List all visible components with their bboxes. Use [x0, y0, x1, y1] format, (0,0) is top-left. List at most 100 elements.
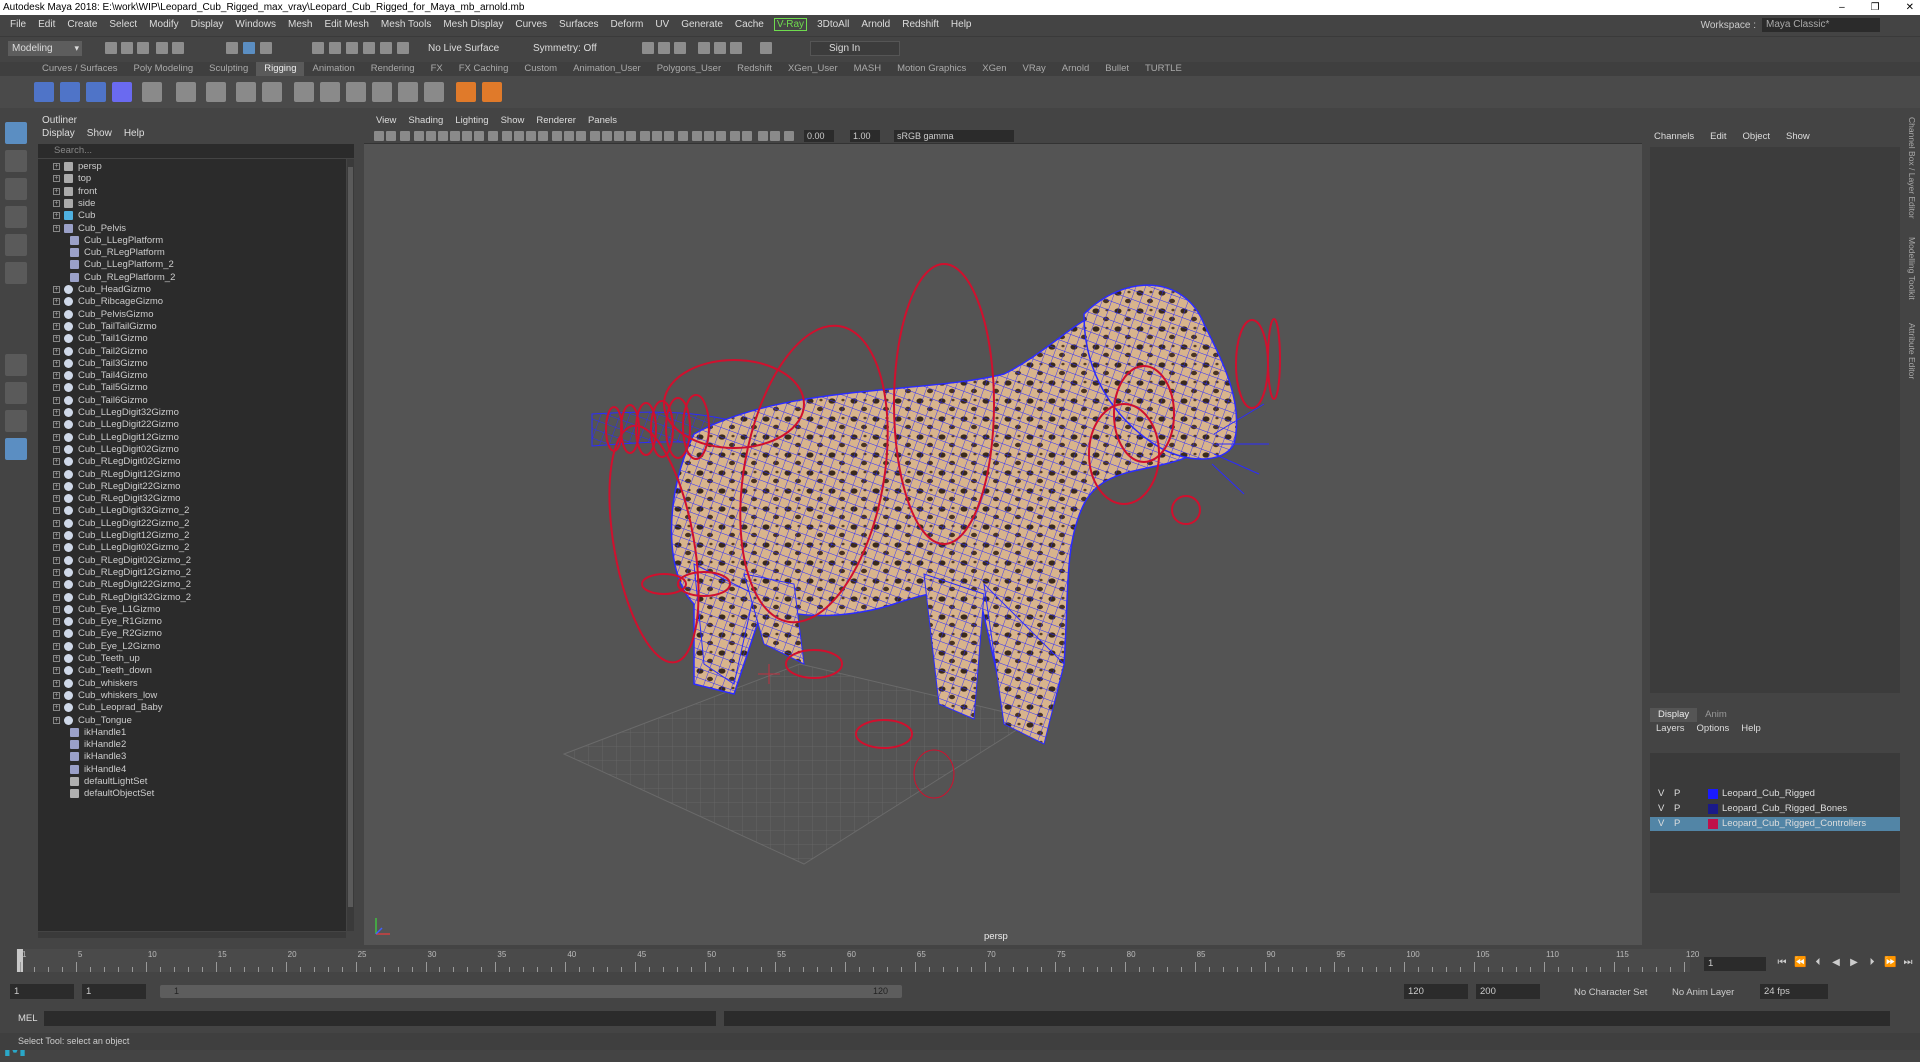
expand-icon[interactable]: +: [53, 532, 60, 539]
viewport-menu-lighting[interactable]: Lighting: [449, 113, 494, 128]
layer-color-swatch[interactable]: [1708, 804, 1718, 814]
display-layer-row[interactable]: V P Leopard_Cub_Rigged: [1650, 787, 1900, 801]
viewport-tool-icon[interactable]: [374, 131, 384, 141]
viewport-menu-panels[interactable]: Panels: [582, 113, 623, 128]
expand-icon[interactable]: +: [53, 507, 60, 515]
shelf-tab-motion-graphics[interactable]: Motion Graphics: [889, 62, 974, 76]
close-button[interactable]: ✕: [1906, 0, 1914, 15]
expand-icon[interactable]: +: [53, 495, 60, 503]
snap-point-icon[interactable]: [346, 42, 358, 54]
shelf-tab-animation-user[interactable]: Animation_User: [565, 62, 649, 76]
shelf-tab-rendering[interactable]: Rendering: [363, 62, 423, 76]
anim-layer-dropdown[interactable]: No Anim Layer: [1672, 987, 1734, 998]
layer-menu-layers[interactable]: Layers: [1656, 723, 1685, 734]
viewport-tool-icon[interactable]: [426, 131, 436, 141]
step-forward-frame-icon[interactable]: ⏵: [1866, 957, 1878, 969]
menu-set-dropdown[interactable]: Modeling: [8, 41, 82, 56]
expand-icon[interactable]: +: [53, 310, 60, 318]
single-view-icon[interactable]: [5, 354, 27, 376]
select-tool-icon[interactable]: [5, 122, 27, 144]
persp-outliner-layout-icon[interactable]: [5, 410, 27, 432]
menu-surfaces[interactable]: Surfaces: [553, 19, 604, 30]
viewport-tool-icon[interactable]: [590, 131, 600, 141]
expand-icon[interactable]: +: [53, 667, 60, 675]
move-tool-icon[interactable]: [5, 206, 27, 228]
menu-cache[interactable]: Cache: [729, 19, 770, 30]
menu-arnold[interactable]: Arnold: [855, 19, 896, 30]
shelf-tab-rigging[interactable]: Rigging: [256, 62, 305, 76]
viewport-menu-renderer[interactable]: Renderer: [530, 113, 582, 128]
expand-icon[interactable]: +: [53, 298, 60, 306]
viewport-tool-icon[interactable]: [704, 131, 714, 141]
layer-color-swatch[interactable]: [1708, 819, 1718, 829]
snap-live-icon[interactable]: [380, 42, 392, 54]
expand-icon[interactable]: +: [53, 187, 60, 195]
expand-icon[interactable]: +: [53, 445, 60, 453]
shelf-tab-fx[interactable]: FX: [423, 62, 451, 76]
layer-playback-toggle[interactable]: P: [1674, 787, 1680, 801]
maximize-button[interactable]: ❐: [1871, 0, 1880, 15]
expand-icon[interactable]: +: [53, 359, 60, 367]
expand-icon[interactable]: +: [53, 421, 60, 429]
mel-label[interactable]: MEL: [18, 1013, 38, 1024]
viewport-tool-icon[interactable]: [414, 131, 424, 141]
cluster-icon[interactable]: [294, 82, 314, 102]
outliner-search-input[interactable]: Search...: [38, 144, 354, 158]
expand-icon[interactable]: +: [53, 593, 60, 601]
viewport-tool-icon[interactable]: [770, 131, 780, 141]
expand-icon[interactable]: +: [53, 630, 60, 638]
gamma-field[interactable]: 1.00: [850, 130, 880, 142]
paint-weights-icon[interactable]: [236, 82, 256, 102]
shelf-tab-arnold[interactable]: Arnold: [1054, 62, 1097, 76]
outliner-horizontal-scrollbar[interactable]: [38, 932, 346, 938]
expand-icon[interactable]: +: [53, 655, 60, 662]
viewport-tool-icon[interactable]: [626, 131, 636, 141]
expand-icon[interactable]: +: [53, 544, 60, 552]
tab-display[interactable]: Display: [1650, 708, 1698, 722]
layer-visibility-toggle[interactable]: V: [1658, 817, 1664, 831]
outliner-layout-icon[interactable]: [5, 438, 27, 460]
minimize-button[interactable]: –: [1839, 0, 1845, 15]
redo-icon[interactable]: [172, 42, 184, 54]
viewport-tool-icon[interactable]: [474, 131, 484, 141]
side-tab-channel-box[interactable]: Channel Box / Layer Editor: [1907, 117, 1917, 219]
step-forward-key-icon[interactable]: ⏩: [1884, 957, 1896, 969]
tab-anim[interactable]: Anim: [1697, 708, 1735, 722]
viewport-canvas[interactable]: [364, 144, 1642, 945]
display-layer-row[interactable]: V P Leopard_Cub_Rigged_Controllers: [1650, 817, 1900, 831]
go-to-end-icon[interactable]: ⏭: [1902, 957, 1914, 969]
color-space-dropdown[interactable]: sRGB gamma: [894, 130, 1014, 142]
expand-icon[interactable]: +: [53, 716, 60, 724]
vray-render-icon[interactable]: [730, 42, 742, 54]
save-scene-icon[interactable]: [137, 42, 149, 54]
shelf-tab-polygons-user[interactable]: Polygons_User: [649, 62, 729, 76]
expand-icon[interactable]: +: [53, 458, 60, 466]
viewport-menu-show[interactable]: Show: [495, 113, 531, 128]
expand-icon[interactable]: +: [53, 605, 60, 613]
outliner-list[interactable]: + persp + top + front + side + Cub + Cub_Pelvis Cub_…: [38, 159, 346, 931]
viewport-tool-icon[interactable]: [742, 131, 752, 141]
expand-icon[interactable]: +: [53, 679, 60, 687]
expand-icon[interactable]: +: [53, 704, 60, 712]
viewport-tool-icon[interactable]: [664, 131, 674, 141]
outliner-menu-help[interactable]: Help: [124, 128, 145, 139]
undo-icon[interactable]: [156, 42, 168, 54]
range-slider[interactable]: 1 120: [160, 985, 902, 998]
shelf-tab-fx-caching[interactable]: FX Caching: [451, 62, 517, 76]
expand-icon[interactable]: +: [53, 335, 60, 343]
shelf-tab-sculpting[interactable]: Sculpting: [201, 62, 256, 76]
outliner-menu-display[interactable]: Display: [42, 128, 75, 139]
display-layer-row[interactable]: V P Leopard_Cub_Rigged_Bones: [1650, 802, 1900, 816]
step-back-key-icon[interactable]: ⏪: [1794, 957, 1806, 969]
current-frame-field[interactable]: 1: [1704, 957, 1766, 971]
viewport-tool-icon[interactable]: [652, 131, 662, 141]
shelf-tab-vray[interactable]: VRay: [1015, 62, 1054, 76]
expand-icon[interactable]: +: [53, 568, 60, 576]
layer-menu-options[interactable]: Options: [1697, 723, 1730, 734]
menu-create[interactable]: Create: [61, 19, 103, 30]
menu-edit-mesh[interactable]: Edit Mesh: [318, 19, 374, 30]
ik-handle-icon[interactable]: [60, 82, 80, 102]
snap-curve-icon[interactable]: [329, 42, 341, 54]
viewport-menu-view[interactable]: View: [370, 113, 402, 128]
layer-menu-help[interactable]: Help: [1741, 723, 1761, 734]
